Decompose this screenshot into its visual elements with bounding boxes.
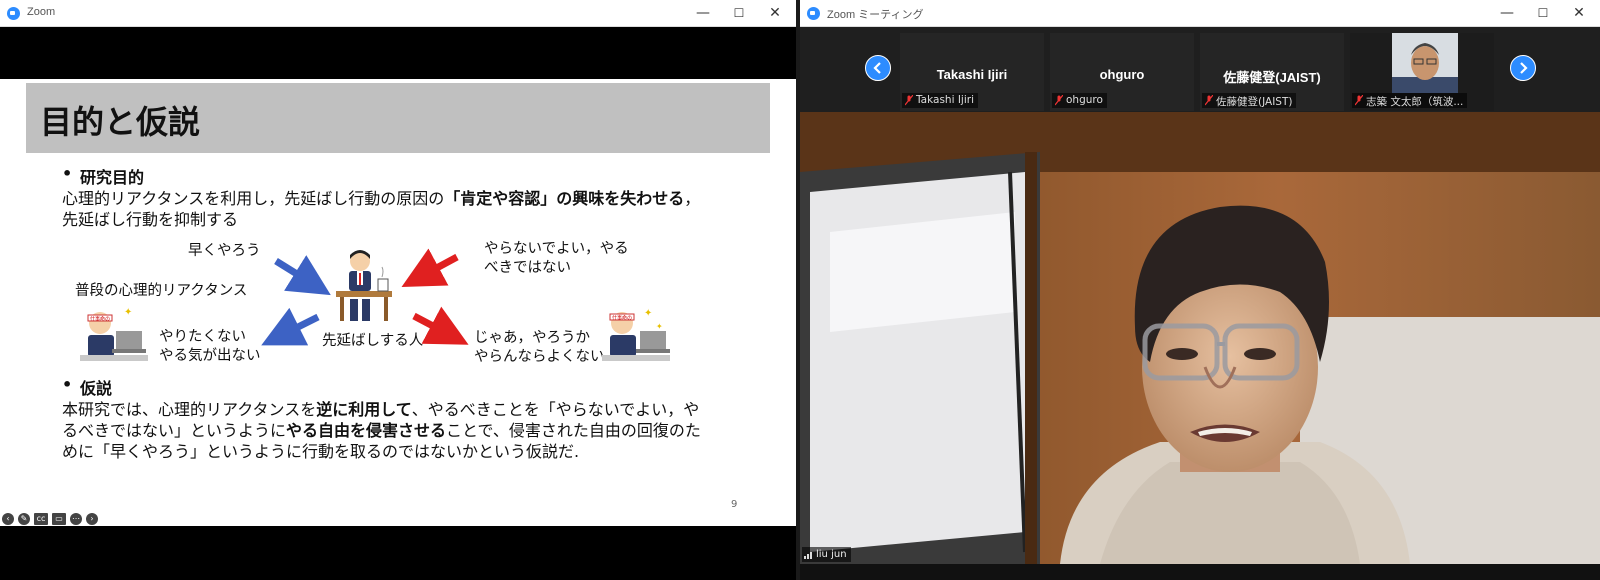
participant-name: 佐藤健登(JAIST)	[1223, 70, 1321, 85]
svg-text:✦: ✦	[644, 308, 652, 319]
minimize-button[interactable]: —	[693, 3, 713, 23]
muted-mic-icon	[1355, 95, 1363, 106]
maximize-button[interactable]: ☐	[1533, 3, 1553, 23]
chevron-left-icon	[873, 62, 881, 74]
participant-label: ohguro	[1052, 93, 1107, 108]
participant-label-text: 佐藤健登(JAIST)	[1216, 96, 1293, 108]
participant-tile[interactable]: 志築 文太郎（筑波...	[1350, 33, 1494, 111]
label-yaranai-1: やらないでよい，やる	[484, 241, 629, 257]
speaker-video-frame	[800, 112, 1600, 564]
participant-label: Takashi Ijiri	[902, 93, 978, 108]
pen-icon[interactable]: ✎	[18, 513, 30, 525]
label-yaritaku-2: やる気が出ない	[159, 348, 261, 364]
window-title: Zoom	[27, 6, 56, 18]
frustrated-worker-illustration: 仕事命の ✦	[80, 307, 148, 361]
participant-name: Takashi Ijiri	[936, 67, 1008, 82]
video-off-icon[interactable]: ▭	[52, 513, 66, 525]
motivated-worker-illustration: 仕事命の ✦ ✦	[602, 308, 670, 361]
bullet-dot: •	[62, 375, 73, 394]
bullet-dot: •	[62, 164, 73, 183]
participant-label-text: ohguro	[1066, 94, 1103, 106]
participant-tile[interactable]: ohguro ohguro	[1050, 33, 1194, 111]
arrow-red-1	[401, 248, 459, 287]
muted-mic-icon	[1055, 95, 1063, 106]
bullet1-line2: 先延ばし行動を抑制する	[62, 210, 239, 229]
muted-mic-icon	[1205, 95, 1213, 106]
zoom-logo-icon	[807, 7, 820, 20]
subtitles-icon[interactable]: cc	[34, 513, 48, 525]
signal-bars-icon	[804, 552, 812, 559]
arrow-blue-2	[261, 307, 320, 346]
participant-label-text: Takashi Ijiri	[916, 94, 974, 106]
window-title: Zoom ミーティング	[827, 9, 924, 21]
participant-tile[interactable]: Takashi Ijiri Takashi Ijiri	[900, 33, 1044, 111]
label-jaa-2: やらんならよくない	[474, 349, 605, 365]
active-speaker-label: liu jun	[802, 547, 851, 562]
label-yaritaku-1: やりたくない	[159, 329, 246, 345]
participant-strip: Takashi Ijiri Takashi Ijiri ohguro ohgur…	[800, 27, 1600, 112]
participant-label: 志築 文太郎（筑波...	[1352, 93, 1468, 108]
svg-text:✦: ✦	[656, 322, 663, 331]
previous-slide-icon[interactable]: ‹	[2, 513, 14, 525]
minimize-button[interactable]: —	[1497, 3, 1517, 23]
muted-mic-icon	[905, 95, 913, 106]
procrastinator-illustration	[336, 250, 392, 321]
participant-name: ohguro	[1099, 67, 1145, 82]
active-speaker-video: liu jun	[800, 112, 1600, 564]
label-yaranai-2: べきではない	[484, 260, 571, 276]
chevron-right-icon	[1520, 62, 1528, 74]
next-page-button[interactable]	[1510, 55, 1536, 81]
svg-text:✦: ✦	[124, 307, 132, 318]
label-hayaku: 早くやろう	[188, 243, 261, 259]
zoom-meeting-window: Zoom ミーティング — ☐ ✕ Takashi Ijiri Takashi …	[800, 0, 1600, 580]
label-center: 先延ばしする人	[322, 333, 424, 349]
text-run: ，	[684, 189, 701, 208]
zoom-logo-icon	[7, 7, 20, 20]
slide-title: 目的と仮説	[40, 103, 201, 141]
participant-label: 佐藤健登(JAIST)	[1202, 93, 1297, 108]
label-jaa-1: じゃあ，やろうか	[474, 330, 590, 346]
prev-page-button[interactable]	[865, 55, 891, 81]
participant-label-text: 志築 文太郎（筑波...	[1366, 96, 1464, 108]
participant-tile[interactable]: 佐藤健登(JAIST) 佐藤健登(JAIST)	[1200, 33, 1344, 111]
emphasis-text: 「肯定や容認」の興味を失わせる	[444, 189, 685, 208]
maximize-button[interactable]: ☐	[729, 3, 749, 23]
title-bar: Zoom ミーティング — ☐ ✕	[800, 0, 1600, 27]
presentation-slide: 目的と仮説 • 研究目的 心理的リアクタンスを利用し，先延ばし行動の原因の「肯定…	[0, 79, 796, 526]
arrow-blue-1	[274, 255, 331, 296]
active-speaker-name: liu jun	[816, 549, 847, 560]
title-bar: Zoom — ☐ ✕	[0, 0, 796, 27]
close-button[interactable]: ✕	[765, 3, 785, 23]
more-options-icon[interactable]: ⋯	[70, 513, 82, 525]
slideshow-toolbar: ‹ ✎ cc ▭ ⋯ ›	[2, 513, 98, 527]
participant-video-thumbnail	[1392, 33, 1458, 93]
label-futsuu: 普段の心理的リアクタンス	[75, 283, 248, 299]
zoom-share-window: Zoom — ☐ ✕ 目的と仮説 • 研究目的 心理的リアクタンスを利用し，先延…	[0, 0, 796, 580]
close-button[interactable]: ✕	[1569, 3, 1589, 23]
hypothesis-line3: めに「早くやろう」というように行動を取るのではないかという仮説だ.	[62, 442, 580, 461]
headband-text: 仕事命の	[612, 315, 632, 322]
slide-page-number: 9	[731, 499, 738, 510]
slide-title-bar: 目的と仮説	[26, 83, 770, 153]
window-bottom-bar	[800, 564, 1600, 580]
headband-text: 仕事命の	[90, 316, 110, 323]
next-slide-icon[interactable]: ›	[86, 513, 98, 525]
